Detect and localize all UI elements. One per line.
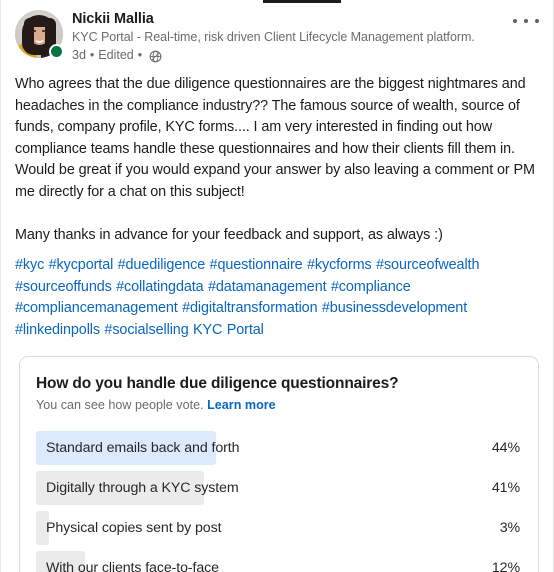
poll-option-label: Physical copies sent by post (46, 520, 222, 536)
poll-option-row[interactable]: Physical copies sent by post 3% (36, 508, 522, 548)
poll-option-row[interactable]: With our clients face-to-face 12% (36, 548, 522, 572)
poll-options-list: Standard emails back and forth 44% Digit… (36, 428, 522, 572)
poll-subtitle: You can see how people vote. Learn more (36, 397, 522, 414)
post-timestamp: 3d (72, 48, 86, 62)
globe-icon (149, 50, 162, 63)
hashtag-link[interactable]: Portal (227, 322, 264, 338)
avatar[interactable] (15, 10, 64, 59)
hashtag-link[interactable]: #sourceoffunds (15, 279, 112, 295)
author-headline: KYC Portal - Real-time, risk driven Clie… (72, 30, 475, 44)
hashtag-link[interactable]: #socialselling (104, 322, 188, 338)
hashtag-link[interactable]: #compliancemanagement (15, 300, 178, 316)
post-edited-label: Edited (98, 48, 134, 62)
hashtag-link[interactable]: #duediligence (118, 257, 206, 273)
poll-option-percent: 44% (491, 440, 520, 456)
hashtag-link[interactable]: #kycforms (307, 257, 372, 273)
hashtag-link[interactable]: KYC (193, 322, 222, 338)
hashtag-link[interactable]: #collatingdata (116, 279, 204, 295)
hashtag-link[interactable]: #businessdevelopment (322, 300, 467, 316)
post-paragraph-2: Many thanks in advance for your feedback… (15, 226, 443, 243)
online-status-dot (49, 44, 64, 59)
poll-option-row[interactable]: Standard emails back and forth 44% (36, 428, 522, 468)
hashtag-link[interactable]: #kyc (15, 257, 44, 273)
poll-option-label: Standard emails back and forth (46, 440, 240, 456)
hashtag-link[interactable]: #linkedinpolls (15, 322, 100, 338)
meta-separator-2: • (137, 48, 143, 62)
post-author-info: Nickii Mallia KYC Portal - Real-time, ri… (72, 9, 539, 64)
hashtag-link[interactable]: #compliance (331, 279, 411, 295)
hashtag-link[interactable]: #kycportal (49, 257, 114, 273)
hashtags-text[interactable]: #kyc #kycportal #duediligence #questionn… (15, 257, 479, 338)
learn-more-link[interactable]: Learn more (207, 398, 276, 412)
post-hashtags[interactable]: #kyc #kycportal #duediligence #questionn… (1, 246, 553, 341)
poll-option-percent: 12% (491, 560, 520, 572)
poll-option-percent: 41% (491, 480, 520, 496)
poll-subtitle-text: You can see how people vote. (36, 398, 204, 412)
post-meta: 3d • Edited • (72, 47, 539, 64)
author-name[interactable]: Nickii Mallia (72, 10, 539, 29)
post-paragraph-1: Who agrees that the due diligence questi… (15, 76, 535, 200)
post-header: Nickii Mallia KYC Portal - Real-time, ri… (1, 0, 553, 64)
poll-card: How do you handle due diligence question… (19, 356, 539, 572)
poll-option-label: With our clients face-to-face (46, 560, 219, 572)
ellipsis-horizontal-icon[interactable] (513, 12, 539, 30)
post-body: Who agrees that the due diligence questi… (1, 64, 553, 246)
poll-option-percent: 3% (499, 520, 520, 536)
hashtag-link[interactable]: #datamanagement (208, 279, 327, 295)
poll-option-row[interactable]: Digitally through a KYC system 41% (36, 468, 522, 508)
hashtag-link[interactable]: #digitaltransformation (182, 300, 317, 316)
meta-separator-1: • (89, 48, 95, 62)
hashtag-link[interactable]: #questionnaire (210, 257, 303, 273)
top-accent-bar (263, 0, 341, 3)
linkedin-post-card: Nickii Mallia KYC Portal - Real-time, ri… (0, 0, 554, 572)
hashtag-link[interactable]: #sourceofwealth (376, 257, 479, 273)
poll-question: How do you handle due diligence question… (36, 375, 399, 392)
poll-option-label: Digitally through a KYC system (46, 480, 239, 496)
